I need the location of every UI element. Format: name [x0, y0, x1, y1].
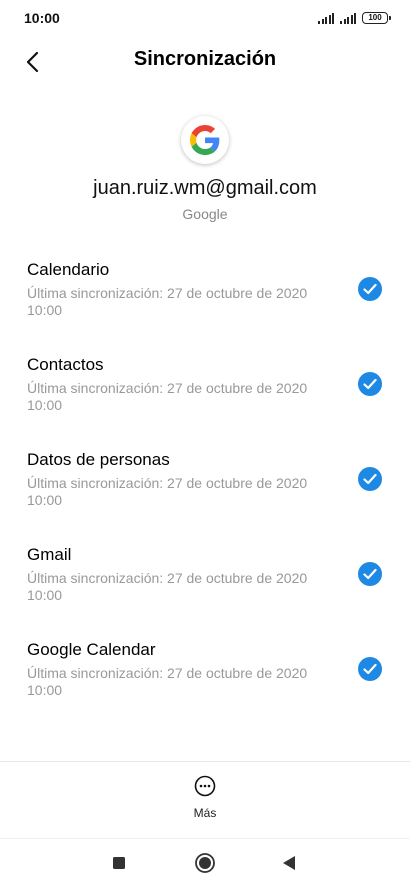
divider [0, 761, 410, 762]
account-section: juan.ruiz.wm@gmail.com Google [0, 116, 410, 222]
google-logo [181, 116, 229, 164]
sync-item-status: Última sincronización: 27 de octubre de … [27, 285, 308, 318]
back-triangle-icon [283, 856, 295, 870]
system-navbar [0, 846, 410, 880]
sync-item-label: Calendario [27, 260, 110, 279]
check-icon[interactable] [358, 562, 382, 586]
page-title: Sincronización [133, 48, 277, 70]
more-options-icon [194, 775, 216, 797]
check-icon[interactable] [358, 277, 382, 301]
more-button[interactable]: Más [170, 775, 240, 825]
sync-item-status: Última sincronización: 27 de octubre de … [27, 475, 308, 508]
account-type: Google [182, 206, 228, 222]
sync-item-label: Google Calendar [27, 640, 156, 659]
home-circle-icon [195, 853, 215, 873]
battery-icon: 100 [362, 12, 391, 24]
sync-item-gmail[interactable]: Gmail Última sincronización: 27 de octub… [0, 543, 410, 638]
sync-item-status: Última sincronización: 27 de octubre de … [27, 380, 308, 413]
system-back-button[interactable] [278, 852, 300, 874]
sync-list: Calendario Última sincronización: 27 de … [0, 258, 410, 733]
sync-item-datos-de-personas[interactable]: Datos de personas Última sincronización:… [0, 448, 410, 543]
home-button[interactable] [194, 852, 216, 874]
check-icon[interactable] [358, 657, 382, 681]
status-bar: 10:00 100 [0, 0, 410, 36]
sync-item-contactos[interactable]: Contactos Última sincronización: 27 de o… [0, 353, 410, 448]
status-icons: 100 [318, 12, 391, 24]
status-time: 10:00 [24, 10, 60, 26]
recents-button[interactable] [108, 852, 130, 874]
check-icon[interactable] [358, 467, 382, 491]
check-icon[interactable] [358, 372, 382, 396]
recents-square-icon [113, 857, 125, 869]
sync-item-label: Gmail [27, 545, 72, 564]
sync-item-status: Última sincronización: 27 de octubre de … [27, 665, 308, 698]
sync-item-status: Última sincronización: 27 de octubre de … [27, 570, 308, 603]
more-label: Más [193, 806, 217, 820]
sync-item-google-calendar[interactable]: Google Calendar Última sincronización: 2… [0, 638, 410, 733]
sync-item-label: Contactos [27, 355, 104, 374]
app-header: Sincronización [0, 36, 410, 86]
signal-icon [318, 12, 334, 24]
divider [0, 838, 410, 839]
sync-item-label: Datos de personas [27, 450, 170, 469]
account-email: juan.ruiz.wm@gmail.com [93, 177, 317, 199]
sync-item-calendario[interactable]: Calendario Última sincronización: 27 de … [0, 258, 410, 353]
signal-icon [340, 12, 356, 24]
